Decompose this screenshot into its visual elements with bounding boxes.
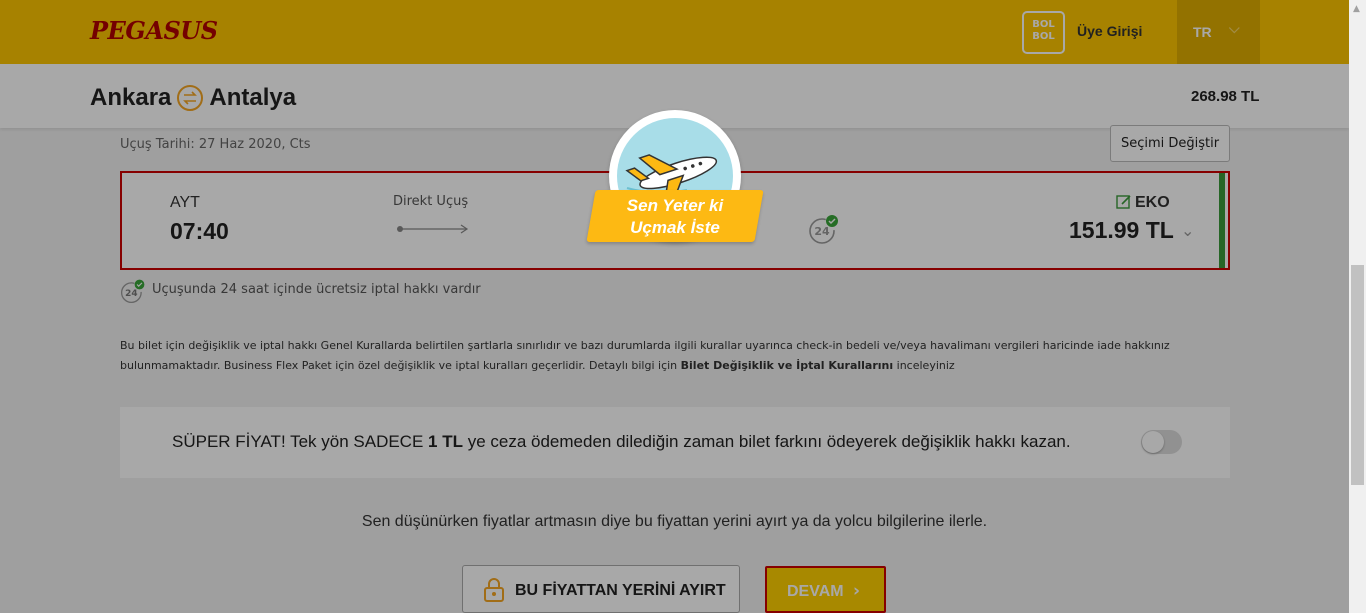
super-price-offer: SÜPER FİYAT! Tek yön SADECE 1 TL ye ceza…: [120, 407, 1230, 478]
scroll-up-arrow-icon[interactable]: ▲: [1353, 4, 1360, 14]
chevron-down-icon: ⌵: [1229, 20, 1240, 36]
svg-text:24: 24: [814, 225, 830, 238]
super-price-suffix: ye ceza ödemeden dilediğin zaman bilet f…: [462, 432, 1071, 451]
rules-text-part2: inceleyiniz: [893, 359, 955, 372]
fare-price: 151.99 TL: [1069, 217, 1174, 243]
page: PEGASUS BOL BOL Üye Girişi TR ⌵ Ankara An…: [0, 0, 1349, 613]
badge-line-1: Sen Yeter ki: [626, 196, 724, 215]
super-price-toggle[interactable]: [1141, 430, 1182, 454]
language-selector[interactable]: TR ⌵: [1177, 0, 1260, 64]
total-price: 268.98 TL: [1191, 88, 1260, 105]
super-price-amount: 1 TL: [428, 432, 463, 451]
reserve-button-label: BU FİYATTAN YERİNİ AYIRT: [515, 582, 726, 599]
lock-icon: [484, 578, 504, 602]
direct-flight-line-icon: [397, 224, 469, 234]
flight-type: Direkt Uçuş: [393, 194, 469, 209]
badge-slogan: Sen Yeter ki Uçmak İste: [591, 195, 759, 239]
reserve-price-button[interactable]: BU FİYATTAN YERİNİ AYIRT: [462, 565, 740, 613]
member-login-link[interactable]: Üye Girişi: [1077, 23, 1142, 39]
24h-cancel-icon: 24: [120, 279, 145, 304]
flight-date: Uçuş Tarihi: 27 Haz 2020, Cts: [120, 137, 311, 152]
language-code: TR: [1193, 24, 1212, 40]
change-selection-button[interactable]: Seçimi Değiştir: [1110, 125, 1230, 162]
origin-city: Ankara: [90, 84, 172, 111]
scrollbar-thumb[interactable]: [1351, 265, 1364, 485]
continue-button-label: DEVAM: [787, 583, 844, 600]
departure-airport-code: AYT: [170, 194, 200, 211]
chevron-right-icon: ›: [853, 581, 861, 601]
fare-class: EKO: [1135, 194, 1170, 211]
selected-indicator: [1219, 173, 1225, 268]
top-header: PEGASUS BOL BOL Üye Girişi TR ⌵: [0, 0, 1349, 64]
chevron-down-icon[interactable]: ⌄: [1181, 221, 1194, 240]
continue-button[interactable]: DEVAM ›: [765, 566, 886, 613]
edit-icon: [1116, 195, 1131, 209]
destination-city: Antalya: [209, 84, 297, 111]
24h-cancel-icon: 24: [809, 215, 838, 244]
toggle-knob: [1142, 431, 1164, 453]
super-price-prefix: SÜPER FİYAT! Tek yön SADECE: [172, 432, 429, 451]
route-title: Ankara Antalya: [90, 84, 296, 112]
rules-text: Bu bilet için değişiklik ve iptal hakkı …: [120, 336, 1230, 376]
svg-text:24: 24: [125, 289, 137, 299]
rules-link[interactable]: Bilet Değişiklik ve İptal Kurallarını: [681, 359, 894, 372]
badge-line-2: Uçmak İste: [630, 218, 720, 237]
departure-time: 07:40: [170, 218, 229, 244]
bolbol-logo-icon[interactable]: BOL BOL: [1022, 11, 1065, 54]
free-cancel-note: Uçuşunda 24 saat içinde ücretsiz iptal h…: [152, 282, 481, 297]
loading-badge: Sen Yeter ki Uçmak İste: [585, 110, 765, 250]
vertical-scrollbar[interactable]: ▲: [1349, 0, 1366, 613]
super-price-text: SÜPER FİYAT! Tek yön SADECE 1 TL ye ceza…: [172, 432, 1071, 452]
pegasus-logo[interactable]: PEGASUS: [90, 16, 218, 45]
rules-text-part1: Bu bilet için değişiklik ve iptal hakkı …: [120, 339, 1170, 372]
reserve-hint: Sen düşünürken fiyatlar artmasın diye bu…: [361, 513, 988, 530]
swap-arrows-icon: [177, 85, 204, 111]
